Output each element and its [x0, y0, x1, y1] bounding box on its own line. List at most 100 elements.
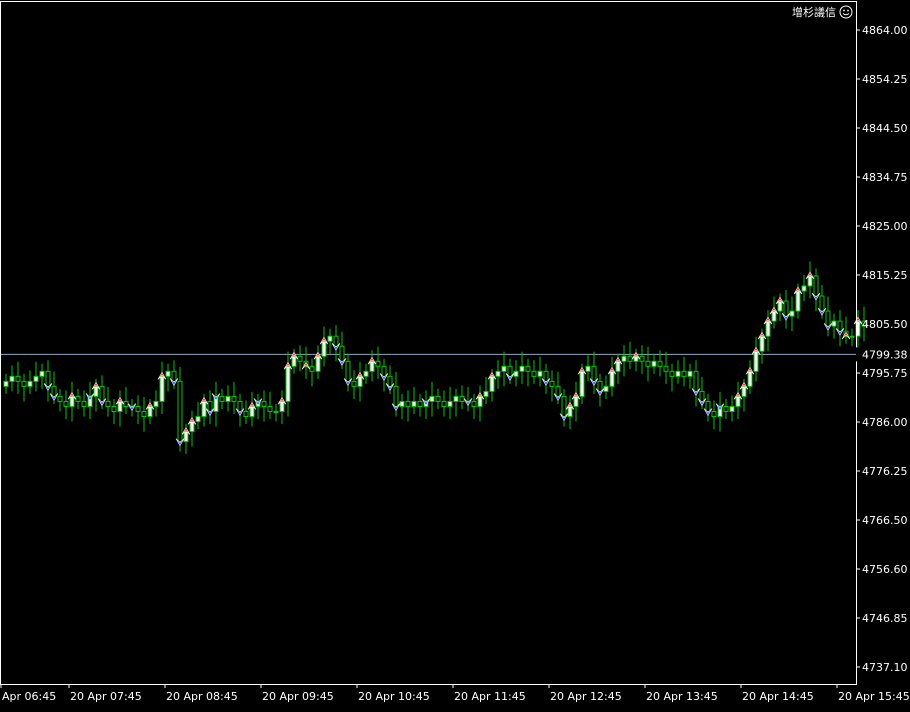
candle-body [370, 361, 374, 371]
candle-body [562, 396, 566, 416]
candle-body [280, 401, 284, 411]
candle-body [712, 411, 716, 416]
candle-body [268, 406, 272, 411]
candle-body [742, 386, 746, 396]
candle-body [616, 361, 620, 371]
x-tick-label: 20 Apr 12:45 [550, 690, 622, 703]
candle-body [154, 401, 158, 406]
candle-body [478, 396, 482, 406]
candle-body [16, 376, 20, 381]
candle-body [802, 286, 806, 291]
y-tick-label: 4844.50 [862, 122, 908, 135]
candle-body [778, 301, 782, 311]
candle-body [46, 371, 50, 386]
candle-body [64, 401, 68, 406]
candle-body [808, 276, 812, 286]
x-tick-label: Apr 06:45 [2, 690, 56, 703]
candle-body [82, 401, 86, 406]
chart-canvas[interactable]: 4864.004854.254844.504834.754825.004815.… [0, 0, 910, 708]
candle-body [724, 406, 728, 411]
candle-body [124, 401, 128, 406]
candle-body [160, 376, 164, 401]
candle-body [514, 371, 518, 376]
candle-body [688, 371, 692, 376]
candle-body [460, 396, 464, 401]
candle-body [58, 396, 62, 401]
candle-body [604, 386, 608, 391]
candle-body [850, 336, 854, 337]
x-tick-label: 20 Apr 13:45 [646, 690, 718, 703]
x-tick-label: 20 Apr 11:45 [454, 690, 526, 703]
x-tick-label: 20 Apr 10:45 [358, 690, 430, 703]
candle-body [262, 401, 266, 406]
candle-body [430, 396, 434, 401]
candle-body [748, 371, 752, 386]
candle-body [250, 406, 254, 416]
candle-body [832, 321, 836, 326]
candle-body [730, 406, 734, 411]
candle-body [472, 401, 476, 406]
candle-body [190, 422, 194, 432]
candle-body [358, 376, 362, 386]
y-tick-label: 4854.25 [862, 73, 908, 86]
candle-body [244, 411, 248, 416]
y-tick-label: 4825.00 [862, 220, 908, 233]
candle-body [448, 401, 452, 406]
candle-body [184, 432, 188, 442]
candle-body [220, 396, 224, 401]
candle-body [754, 351, 758, 371]
y-tick-label: 4746.85 [862, 612, 908, 625]
candle-body [298, 356, 302, 361]
candle-body [346, 361, 350, 381]
candle-body [316, 356, 320, 371]
candle-body [760, 336, 764, 351]
candle-body [52, 386, 56, 396]
candle-body [172, 371, 176, 381]
candle-body [100, 386, 104, 401]
candle-body [286, 366, 290, 401]
candle-body [442, 401, 446, 406]
candle-body [364, 371, 368, 376]
y-tick-label: 4805.50 [862, 318, 908, 331]
y-tick-label: 4766.50 [862, 514, 908, 527]
candle-body [4, 381, 8, 386]
candle-body [142, 411, 146, 416]
candle-body [766, 321, 770, 336]
candle-body [580, 371, 584, 396]
price-chart[interactable]: 4864.004854.254844.504834.754825.004815.… [0, 0, 910, 708]
candle-body [598, 381, 602, 391]
candle-body [652, 361, 656, 366]
y-tick-label: 4864.00 [862, 24, 908, 37]
candle-body [334, 336, 338, 346]
candle-body [232, 396, 236, 401]
candle-body [178, 381, 182, 441]
candle-body [322, 341, 326, 356]
candle-body [826, 311, 830, 326]
axes: 4864.004854.254844.504834.754825.004815.… [1, 2, 910, 704]
candle-body [574, 396, 578, 406]
candle-body [496, 371, 500, 376]
plot-frame [1, 2, 857, 685]
candle-body [208, 401, 212, 411]
candle-body [418, 401, 422, 406]
candle-body [274, 411, 278, 412]
candle-body [526, 366, 530, 371]
candle-body [352, 381, 356, 386]
candle-body [40, 371, 44, 376]
candle-body [328, 336, 332, 341]
x-tick-label: 20 Apr 07:45 [70, 690, 142, 703]
candle-body [694, 371, 698, 391]
candle-body [772, 311, 776, 321]
candle-body [784, 301, 788, 316]
candle-body [166, 371, 170, 376]
candle-body [34, 376, 38, 381]
y-tick-label: 4737.10 [862, 661, 908, 674]
candle-body [556, 386, 560, 396]
candle-body [382, 366, 386, 376]
candle-body [106, 401, 110, 406]
candle-body [520, 366, 524, 371]
candle-body [622, 356, 626, 361]
candle-body [400, 401, 404, 406]
candle-body [202, 401, 206, 416]
x-tick-label: 20 Apr 15:45 [838, 690, 910, 703]
